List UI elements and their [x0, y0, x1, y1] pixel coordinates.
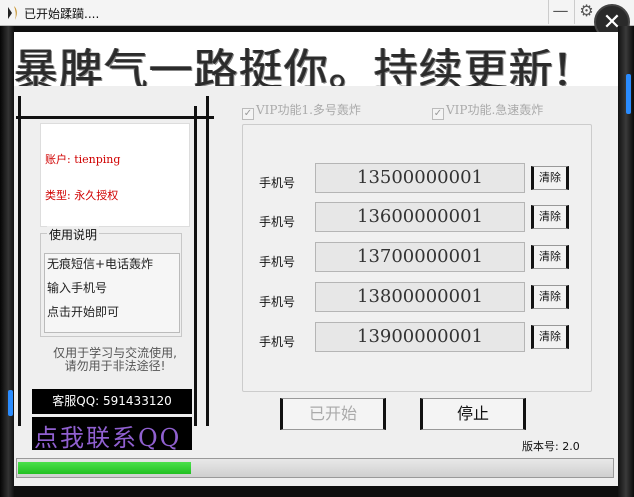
- account-info: 账户: tienping 类型: 永久授权: [40, 123, 190, 227]
- vip-option-fast-label: VIP功能.急速轰炸: [446, 103, 544, 117]
- phone-input[interactable]: 13700000001: [315, 242, 525, 272]
- notice-line: 请勿用于非法途径!: [64, 359, 166, 373]
- contact-qq-link[interactable]: 点我联系QQ: [32, 417, 192, 450]
- phone-panel: 手机号 13500000001 清除 手机号 13600000001 清除 手机…: [242, 124, 592, 392]
- window-title: 已开始蹂躏....: [24, 7, 100, 21]
- progress-bar: [16, 458, 614, 478]
- phone-input[interactable]: 13800000001: [315, 282, 525, 312]
- checkbox-icon: ✓: [242, 108, 254, 120]
- version-label: 版本号: 2.0: [522, 440, 580, 453]
- usage-notice: 仅用于学习与交流使用, 请勿用于非法途径!: [40, 347, 190, 373]
- instructions-title: 使用说明: [47, 226, 100, 243]
- phone-label: 手机号: [259, 295, 296, 309]
- instruction-item: 点击开始即可: [47, 305, 120, 319]
- clear-button[interactable]: 清除: [531, 205, 569, 229]
- phone-row: 手机号 13700000001 清除: [243, 242, 593, 274]
- divider-top: [16, 116, 214, 119]
- phone-input[interactable]: 13500000001: [315, 163, 525, 193]
- app-window: 已开始蹂躏.... — ⚙ ✕ 暴脾气一路挺你。持续更新! 账户: tienpi…: [0, 0, 634, 497]
- app-icon: [8, 6, 17, 20]
- support-qq: 客服QQ: 591433120: [32, 389, 192, 414]
- instructions-group: 使用说明 无痕短信+电话轰炸 输入手机号 点击开始即可: [40, 226, 182, 337]
- title-bar: 已开始蹂躏.... — ⚙: [0, 0, 634, 26]
- phone-label: 手机号: [259, 215, 296, 229]
- instruction-item: 输入手机号: [47, 281, 108, 295]
- instructions-list[interactable]: 无痕短信+电话轰炸 输入手机号 点击开始即可: [44, 253, 180, 333]
- vip-option-multi-label: VIP功能1.多号轰炸: [256, 103, 361, 117]
- phone-input[interactable]: 13600000001: [315, 202, 525, 232]
- vip-option-multi[interactable]: ✓ VIP功能1.多号轰炸: [242, 101, 361, 120]
- left-frame: [0, 26, 14, 497]
- phone-label: 手机号: [259, 335, 296, 349]
- phone-row: 手机号 13800000001 清除: [243, 282, 593, 314]
- clear-button[interactable]: 清除: [531, 166, 569, 190]
- contact-qq-text: 点我联系QQ: [34, 424, 182, 450]
- start-button[interactable]: 已开始: [280, 398, 386, 430]
- divider-left: [18, 96, 21, 426]
- phone-row: 手机号 13900000001 清除: [243, 322, 593, 354]
- banner: 暴脾气一路挺你。持续更新!: [14, 32, 618, 86]
- account-user: 账户: tienping: [45, 153, 121, 166]
- minimize-button[interactable]: —: [548, 0, 572, 24]
- clear-button[interactable]: 清除: [531, 325, 569, 349]
- main-content: 账户: tienping 类型: 永久授权 使用说明 无痕短信+电话轰炸 输入手…: [14, 86, 618, 486]
- account-type: 类型: 永久授权: [45, 189, 119, 202]
- phone-label: 手机号: [259, 176, 296, 190]
- left-accent: [8, 390, 13, 416]
- clear-button[interactable]: 清除: [531, 245, 569, 269]
- phone-label: 手机号: [259, 255, 296, 269]
- divider-mid-b: [206, 96, 209, 426]
- phone-input[interactable]: 13900000001: [315, 322, 525, 352]
- stop-button[interactable]: 停止: [420, 398, 526, 430]
- phone-row: 手机号 13600000001 清除: [243, 202, 593, 234]
- right-accent: [626, 74, 631, 114]
- banner-text: 暴脾气一路挺你。持续更新!: [14, 45, 573, 86]
- checkbox-icon: ✓: [432, 108, 444, 120]
- phone-row: 手机号 13500000001 清除: [243, 163, 593, 195]
- progress-fill: [18, 462, 191, 474]
- clear-button[interactable]: 清除: [531, 285, 569, 309]
- divider-mid-a: [194, 106, 197, 426]
- instruction-item: 无痕短信+电话轰炸: [47, 257, 154, 271]
- vip-option-fast[interactable]: ✓ VIP功能.急速轰炸: [432, 101, 543, 120]
